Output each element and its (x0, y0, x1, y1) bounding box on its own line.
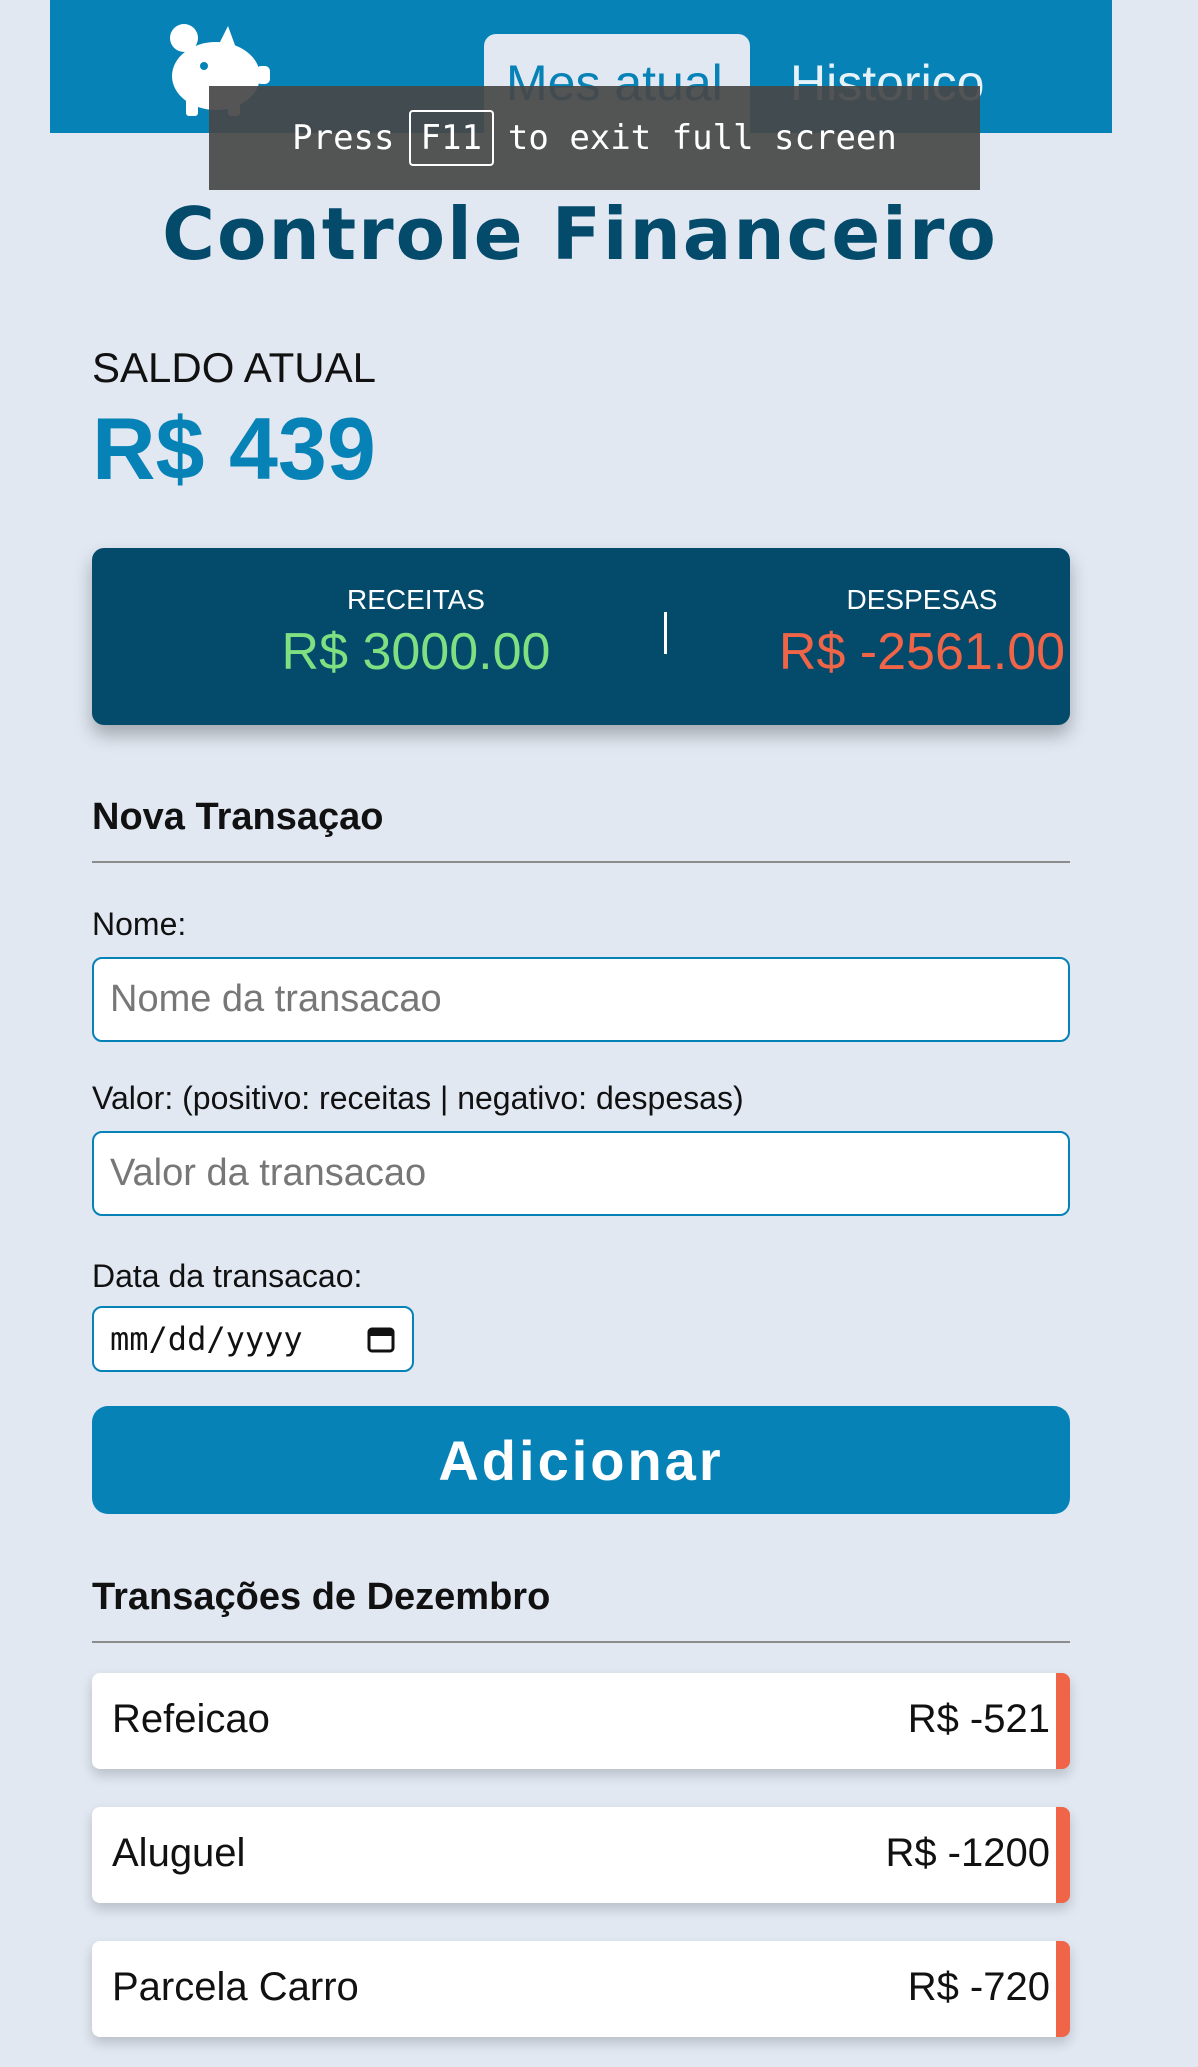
date-input[interactable]: mm/dd/yyyy (92, 1306, 414, 1372)
add-button[interactable]: Adicionar (92, 1406, 1070, 1514)
date-placeholder: mm/dd/yyyy (110, 1320, 303, 1358)
expense-value: R$ -2561.00 (778, 623, 1066, 681)
notice-prefix: Press (292, 118, 395, 158)
transaction-item[interactable]: Refeicao R$ -521 (92, 1673, 1070, 1769)
transactions-title: Transações de Dezembro (92, 1576, 551, 1618)
income-value: R$ 3000.00 (281, 623, 551, 681)
notice-suffix: to exit full screen (507, 118, 897, 158)
calendar-icon[interactable] (366, 1324, 396, 1354)
expense-label: DESPESAS (846, 584, 998, 615)
fullscreen-notice: Press F11 to exit full screen (209, 86, 980, 190)
balance-label: SALDO ATUAL (92, 344, 376, 391)
page-title: Controle Financeiro (162, 192, 998, 276)
app-page: Mes atual Historico Press F11 to exit fu… (0, 0, 1198, 2067)
name-label: Nome: (92, 906, 187, 942)
divider (92, 1641, 1070, 1643)
transaction-value: R$ -521 (907, 1697, 1050, 1741)
value-input[interactable] (92, 1131, 1070, 1216)
summary-divider (664, 612, 667, 654)
transaction-name: Refeicao (112, 1697, 270, 1741)
balance-value: R$ 439 (92, 399, 376, 498)
income-label: RECEITAS (347, 584, 485, 615)
transaction-item[interactable]: Aluguel R$ -1200 (92, 1807, 1070, 1903)
value-label: Valor: (positivo: receitas | negativo: d… (92, 1080, 744, 1116)
f11-key: F11 (408, 110, 494, 166)
summary-card: RECEITAS R$ 3000.00 DESPESAS R$ -2561.00 (92, 548, 1070, 725)
transaction-value: R$ -720 (907, 1965, 1050, 2009)
name-input[interactable] (92, 957, 1070, 1042)
transaction-name: Parcela Carro (112, 1965, 359, 2009)
transaction-value: R$ -1200 (885, 1831, 1050, 1875)
transaction-name: Aluguel (112, 1831, 246, 1875)
new-transaction-title: Nova Transaçao (92, 796, 384, 838)
income-summary: RECEITAS R$ 3000.00 (216, 584, 616, 682)
transaction-item[interactable]: Parcela Carro R$ -720 (92, 1941, 1070, 2037)
expense-summary: DESPESAS R$ -2561.00 (722, 584, 1122, 682)
divider (92, 861, 1070, 863)
date-label: Data da transacao: (92, 1258, 363, 1294)
